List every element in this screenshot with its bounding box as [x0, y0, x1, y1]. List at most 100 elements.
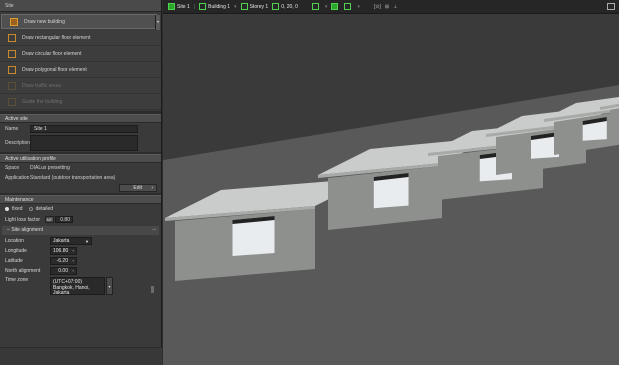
application-label: Application — [5, 175, 30, 181]
guide-building-button[interactable]: Guide the building — [0, 94, 161, 110]
solid-view-icon[interactable] — [331, 3, 339, 10]
tool-label: Draw polygonal floor element — [22, 66, 87, 73]
circle-icon — [8, 49, 16, 58]
space-value: DIALux presetting — [30, 165, 70, 171]
storey-breadcrumb[interactable]: Storey 1 — [240, 3, 269, 10]
edit-label: Edit — [133, 185, 142, 191]
latitude-row: Latitude -6.20 ° — [0, 256, 161, 266]
maintenance-heading: Maintenance — [0, 195, 161, 204]
site-icon — [168, 3, 175, 10]
fixed-radio[interactable] — [5, 207, 9, 211]
level-label: 0, 20, 0 — [281, 3, 298, 10]
longitude-input[interactable]: 106.80 ° — [50, 247, 77, 255]
site-alignment-heading: Site alignment — [11, 227, 43, 233]
light-loss-row: Light loss factor MF 0.80 — [0, 214, 161, 225]
building-breadcrumb[interactable]: Building 1 — [199, 3, 230, 10]
space-label: Space — [5, 165, 20, 171]
degree-icon: ° — [72, 269, 74, 274]
level-breadcrumb[interactable]: 0, 20, 0 — [272, 3, 298, 10]
separator-icon: | — [193, 3, 196, 10]
draw-rectangular-floor-button[interactable]: Draw rectangular floor element — [0, 30, 161, 46]
north-alignment-row: North alignment 0.00 ° — [0, 266, 161, 276]
building-icon — [10, 17, 18, 26]
name-field[interactable]: Site 1 — [30, 125, 138, 133]
level-icon — [272, 3, 280, 10]
longitude-value: 106.80 — [53, 248, 69, 254]
pin-icon[interactable]: ⊸ — [152, 226, 156, 235]
panel-title: Site — [0, 0, 161, 12]
edit-profile-button[interactable]: Edit › — [119, 184, 157, 192]
traffic-icon — [8, 81, 16, 90]
timezone-value: (UTC+07:00) Bangkok, Hanoi, Jakarta — [50, 277, 105, 296]
detailed-label: detailed — [35, 206, 54, 212]
site-alignment-header[interactable]: − Site alignment ⊸ — [2, 226, 159, 235]
degree-icon: ° — [72, 249, 74, 254]
north-alignment-value: 0.00 — [58, 268, 68, 274]
tool-label: Draw rectangular floor element — [22, 34, 91, 41]
site-breadcrumb[interactable]: Site 1 — [168, 3, 190, 10]
latitude-input[interactable]: -6.20 ° — [50, 257, 77, 265]
3d-scene[interactable] — [163, 15, 619, 365]
north-alignment-input[interactable]: 0.00 ° — [50, 267, 77, 275]
guide-icon — [8, 97, 16, 106]
application-row: Application Standard (outdoor transporta… — [0, 173, 161, 183]
separator-icon: ▾ — [234, 3, 237, 10]
light-loss-input[interactable]: 0.80 — [55, 216, 73, 223]
draw-polygonal-floor-button[interactable]: Draw polygonal floor element — [0, 62, 161, 78]
location-label: Location — [5, 238, 24, 244]
degree-icon: ° — [72, 259, 74, 264]
draw-traffic-areas-button[interactable]: Draw traffic areas — [0, 78, 161, 94]
view-mode-icon[interactable] — [311, 3, 319, 10]
chevron-down-icon[interactable]: ▾ — [357, 4, 360, 10]
north-alignment-label: North alignment — [5, 268, 41, 274]
application-value: Standard (outdoor transportation area) — [30, 175, 116, 181]
maintenance-mode: fixed detailed — [0, 204, 161, 214]
tool-label: Guide the building — [22, 98, 63, 105]
storey-icon — [240, 3, 248, 10]
tool-label: Draw circular floor element — [22, 50, 82, 57]
longitude-row: Longitude 106.80 ° — [0, 246, 161, 256]
draw-new-building-button[interactable]: Draw new building ▾ — [1, 14, 160, 30]
description-label: Description — [5, 140, 31, 146]
view-toolbar: Site 1 | Building 1 ▾ Storey 1 0, 20, 0 … — [163, 0, 619, 14]
chevron-down-icon[interactable]: ▾ — [155, 15, 160, 30]
3d-viewport[interactable]: Site 1 | Building 1 ▾ Storey 1 0, 20, 0 … — [163, 0, 619, 365]
latitude-value: -6.20 — [56, 258, 68, 264]
tool-label: Draw new building — [24, 18, 65, 25]
edit-row: Edit › — [0, 183, 161, 193]
storey-label: Storey 1 — [249, 3, 269, 10]
timezone-dropdown-button[interactable]: ▾ — [106, 277, 113, 295]
chevron-down-icon[interactable]: ▾ — [325, 4, 328, 10]
latitude-label: Latitude — [5, 258, 23, 264]
fixed-label: fixed — [12, 206, 23, 212]
panel-footer — [0, 347, 162, 365]
location-value: Jakarta — [53, 238, 70, 244]
location-row: Location Jakarta ▼ — [0, 236, 161, 246]
window-icon[interactable] — [607, 3, 615, 10]
chevron-down-icon: ▼ — [85, 239, 89, 244]
site-panel: Site Draw new building ▾ Draw rectangula… — [0, 0, 162, 365]
location-select[interactable]: Jakarta ▼ — [50, 237, 92, 245]
light-loss-label: Light loss factor — [5, 216, 41, 223]
name-row: Name Site 1 — [0, 124, 161, 134]
polygon-icon — [8, 65, 16, 74]
mf-badge: MF — [45, 216, 54, 223]
chevron-right-icon: › — [151, 185, 153, 191]
utilisation-profile-heading: Active utilisation profile — [0, 154, 161, 163]
description-field[interactable] — [30, 135, 138, 151]
fit-view-icon[interactable]: [⊙] — [374, 4, 381, 10]
panel-scrollbar[interactable] — [151, 286, 154, 293]
timezone-row: Time zone (UTC+07:00) Bangkok, Hanoi, Ja… — [0, 276, 161, 296]
name-label: Name — [5, 126, 19, 132]
space-row: Space DIALux presetting — [0, 163, 161, 173]
measure-icon[interactable]: ⊥ — [393, 4, 397, 10]
rectangle-icon — [8, 33, 16, 42]
building-label: Building 1 — [208, 3, 231, 10]
wireframe-view-icon[interactable] — [344, 3, 352, 10]
detailed-radio[interactable] — [28, 207, 33, 211]
site-label: Site 1 — [177, 3, 190, 10]
description-row: Description — [0, 134, 161, 152]
draw-circular-floor-button[interactable]: Draw circular floor element — [0, 46, 161, 62]
tool-list: Draw new building ▾ Draw rectangular flo… — [0, 12, 161, 111]
grid-icon[interactable]: ⊞ — [385, 4, 389, 10]
